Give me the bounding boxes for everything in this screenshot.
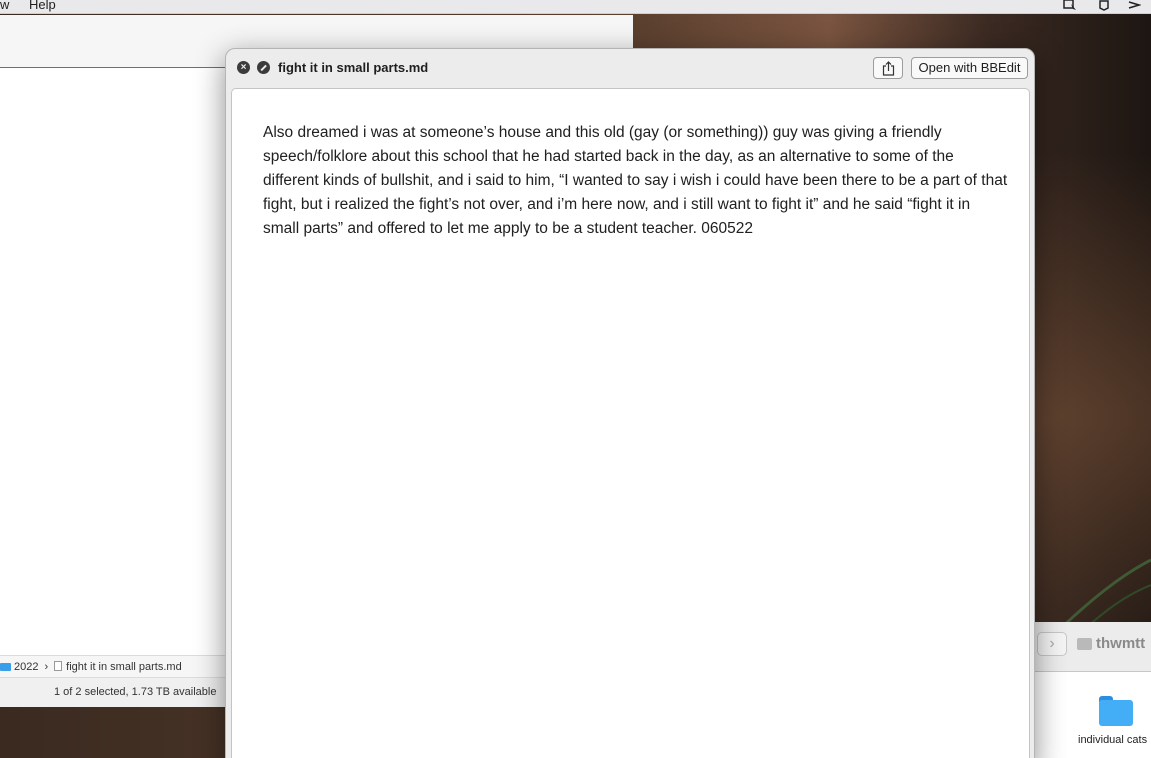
menu-help[interactable]: Help [29, 0, 56, 12]
folder-icon[interactable] [1099, 696, 1133, 726]
notification-icon[interactable] [1096, 0, 1112, 13]
folder-icon [0, 662, 11, 671]
share-icon [882, 61, 895, 76]
path-file-label: fight it in small parts.md [66, 660, 182, 673]
folder-title: thwmtt [1096, 635, 1146, 652]
preview-content: Also dreamed i was at someone’s house an… [231, 88, 1030, 758]
close-icon[interactable]: × [237, 61, 250, 74]
path-file[interactable]: fight it in small parts.md [48, 660, 182, 673]
status-text: 1 of 2 selected, 1.73 TB available [54, 686, 217, 698]
path-folder-label: 2022 [14, 660, 39, 673]
quicklook-title: fight it in small parts.md [278, 60, 429, 75]
path-folder[interactable]: 2022 [0, 661, 38, 673]
navigation-icon[interactable] [1126, 0, 1142, 13]
folder-icon [1077, 638, 1092, 650]
plant-decoration [1059, 558, 1151, 630]
document-text: Also dreamed i was at someone’s house an… [263, 124, 1008, 237]
document-icon [54, 660, 63, 671]
folder-label[interactable]: individual cats [1078, 734, 1147, 746]
quicklook-panel: × fight it in small parts.md Open with B… [225, 48, 1035, 758]
menu-bar: w Help [0, 0, 1151, 14]
forward-button[interactable]: › [1037, 632, 1067, 656]
open-with-button[interactable]: Open with BBEdit [911, 57, 1028, 79]
fullscreen-icon[interactable] [257, 61, 270, 74]
share-button[interactable] [873, 57, 903, 79]
screen-capture-icon[interactable] [1062, 0, 1078, 13]
menu-window[interactable]: w [0, 0, 9, 12]
